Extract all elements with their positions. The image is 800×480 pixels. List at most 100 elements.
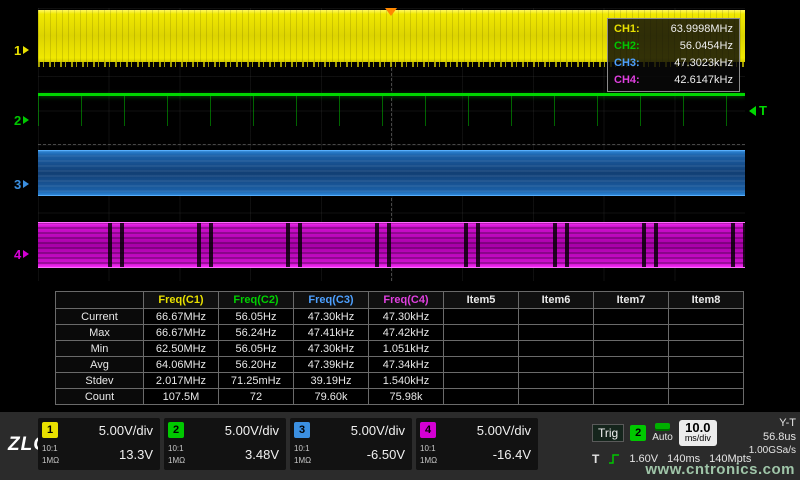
ch2-ground-marker[interactable]: 2 bbox=[14, 113, 29, 127]
overlay-row: CH3: 47.3023kHz bbox=[608, 55, 739, 72]
table-row-min: Min 62.50MHz 56.05Hz 47.30kHz 1.051kHz bbox=[56, 341, 744, 357]
table-cell: 2.017MHz bbox=[144, 373, 219, 389]
table-cell bbox=[669, 389, 744, 405]
trigger-source-badge[interactable]: 2 bbox=[630, 425, 646, 441]
ch1-badge: 1 bbox=[42, 422, 58, 438]
ch4-scale: 5.00V/div bbox=[477, 423, 531, 438]
ch4-settings-box[interactable]: 4 10:1 1MΩ 5.00V/div -16.4V bbox=[416, 418, 538, 470]
timebase-unit: ms/div bbox=[685, 433, 711, 444]
watermark-text: www.cntronics.com bbox=[645, 461, 795, 478]
center-horizontal-gridline bbox=[38, 144, 745, 145]
ch1-label: CH1: bbox=[614, 22, 640, 37]
ch2-scale: 5.00V/div bbox=[225, 423, 279, 438]
ch3-badge: 3 bbox=[294, 422, 310, 438]
table-cell: 47.42kHz bbox=[369, 325, 444, 341]
row-label: Avg bbox=[56, 357, 144, 373]
right-arrow-icon bbox=[23, 250, 29, 258]
table-row-stdev: Stdev 2.017MHz 71.25mHz 39.19Hz 1.540kHz bbox=[56, 373, 744, 389]
table-cell: 47.39kHz bbox=[294, 357, 369, 373]
ch1-frequency-value: 63.9998MHz bbox=[671, 22, 733, 37]
right-arrow-icon bbox=[23, 116, 29, 124]
trigger-mode-icon bbox=[655, 423, 670, 431]
table-cell: 1.540kHz bbox=[369, 373, 444, 389]
ch3-settings-box[interactable]: 3 10:1 1MΩ 5.00V/div -6.50V bbox=[290, 418, 412, 470]
table-row-avg: Avg 64.06MHz 56.20Hz 47.39kHz 47.34kHz bbox=[56, 357, 744, 373]
ch1-offset: 13.3V bbox=[119, 447, 153, 462]
table-header-freq-c3[interactable]: Freq(C3) bbox=[294, 292, 369, 309]
table-cell: 47.30kHz bbox=[294, 341, 369, 357]
table-header-item7[interactable]: Item7 bbox=[594, 292, 669, 309]
ch1-settings-box[interactable]: 1 10:1 1MΩ 5.00V/div 13.3V bbox=[38, 418, 160, 470]
ch1-scale: 5.00V/div bbox=[99, 423, 153, 438]
ch3-ground-marker[interactable]: 3 bbox=[14, 177, 29, 191]
table-cell bbox=[669, 373, 744, 389]
probe-ratio: 10:1 bbox=[420, 444, 436, 453]
table-cell: 64.06MHz bbox=[144, 357, 219, 373]
table-cell bbox=[519, 357, 594, 373]
table-cell bbox=[444, 309, 519, 325]
window-scale-value: 56.8us bbox=[738, 430, 796, 444]
row-label: Min bbox=[56, 341, 144, 357]
table-header-item5[interactable]: Item5 bbox=[444, 292, 519, 309]
table-cell: 66.67MHz bbox=[144, 325, 219, 341]
timebase-box[interactable]: 10.0 ms/div bbox=[679, 420, 717, 446]
table-header-row: Freq(C1) Freq(C2) Freq(C3) Freq(C4) Item… bbox=[56, 292, 744, 309]
table-cell: 56.05Hz bbox=[219, 309, 294, 325]
ch4-frequency-value: 42.6147kHz bbox=[674, 73, 733, 88]
table-cell: 79.60k bbox=[294, 389, 369, 405]
table-cell bbox=[594, 325, 669, 341]
trigger-mode-group[interactable]: Auto bbox=[652, 423, 673, 443]
table-cell bbox=[594, 389, 669, 405]
ch1-ground-marker[interactable]: 1 bbox=[14, 43, 29, 57]
ch3-label: CH3: bbox=[614, 56, 640, 71]
waveform-display: CH1: 63.9998MHz CH2: 56.0454Hz CH3: 47.3… bbox=[38, 8, 745, 281]
table-header-item8[interactable]: Item8 bbox=[669, 292, 744, 309]
ch4-waveform bbox=[38, 222, 745, 268]
sample-rate-value: 1.00GSa/s bbox=[738, 444, 796, 458]
table-cell bbox=[519, 389, 594, 405]
trigger-level-marker[interactable]: T bbox=[749, 103, 767, 118]
ch2-label: CH2: bbox=[614, 39, 640, 54]
table-cell: 47.30kHz bbox=[369, 309, 444, 325]
table-header-freq-c4[interactable]: Freq(C4) bbox=[369, 292, 444, 309]
ch2-settings-box[interactable]: 2 10:1 1MΩ 5.00V/div 3.48V bbox=[164, 418, 286, 470]
table-cell: 62.50MHz bbox=[144, 341, 219, 357]
table-header-freq-c1[interactable]: Freq(C1) bbox=[144, 292, 219, 309]
table-header-freq-c2[interactable]: Freq(C2) bbox=[219, 292, 294, 309]
ch2-marker-number: 2 bbox=[14, 113, 21, 128]
timebase-value: 10.0 bbox=[685, 422, 711, 433]
table-cell: 47.30kHz bbox=[294, 309, 369, 325]
table-cell: 72 bbox=[219, 389, 294, 405]
measurement-table: Freq(C1) Freq(C2) Freq(C3) Freq(C4) Item… bbox=[55, 291, 744, 405]
ch4-badge: 4 bbox=[420, 422, 436, 438]
ch3-offset: -6.50V bbox=[367, 447, 405, 462]
table-cell: 47.41kHz bbox=[294, 325, 369, 341]
impedance: 1MΩ bbox=[168, 456, 185, 465]
table-cell: 71.25mHz bbox=[219, 373, 294, 389]
trigger-status-row: Trig 2 Auto 10.0 ms/div bbox=[592, 420, 717, 446]
table-cell: 75.98k bbox=[369, 389, 444, 405]
table-cell bbox=[444, 325, 519, 341]
table-cell bbox=[669, 341, 744, 357]
ch2-waveform-pulses bbox=[38, 96, 745, 126]
ch3-waveform bbox=[38, 150, 745, 196]
trig-status-badge: Trig bbox=[592, 424, 624, 442]
ch4-label: CH4: bbox=[614, 73, 640, 88]
oscilloscope-screen: CH1: 63.9998MHz CH2: 56.0454Hz CH3: 47.3… bbox=[0, 0, 800, 480]
table-header-item6[interactable]: Item6 bbox=[519, 292, 594, 309]
table-cell bbox=[519, 309, 594, 325]
table-cell bbox=[519, 325, 594, 341]
table-cell bbox=[519, 341, 594, 357]
table-header-blank bbox=[56, 292, 144, 309]
trigger-position-marker-icon[interactable] bbox=[385, 8, 397, 16]
table-cell bbox=[594, 373, 669, 389]
table-cell: 107.5M bbox=[144, 389, 219, 405]
table-cell bbox=[519, 373, 594, 389]
acquisition-info: Y-T 56.8us 1.00GSa/s bbox=[738, 416, 796, 458]
table-cell bbox=[594, 341, 669, 357]
table-cell: 56.05Hz bbox=[219, 341, 294, 357]
table-row-count: Count 107.5M 72 79.60k 75.98k bbox=[56, 389, 744, 405]
right-arrow-icon bbox=[23, 180, 29, 188]
table-cell: 47.34kHz bbox=[369, 357, 444, 373]
ch4-ground-marker[interactable]: 4 bbox=[14, 247, 29, 261]
